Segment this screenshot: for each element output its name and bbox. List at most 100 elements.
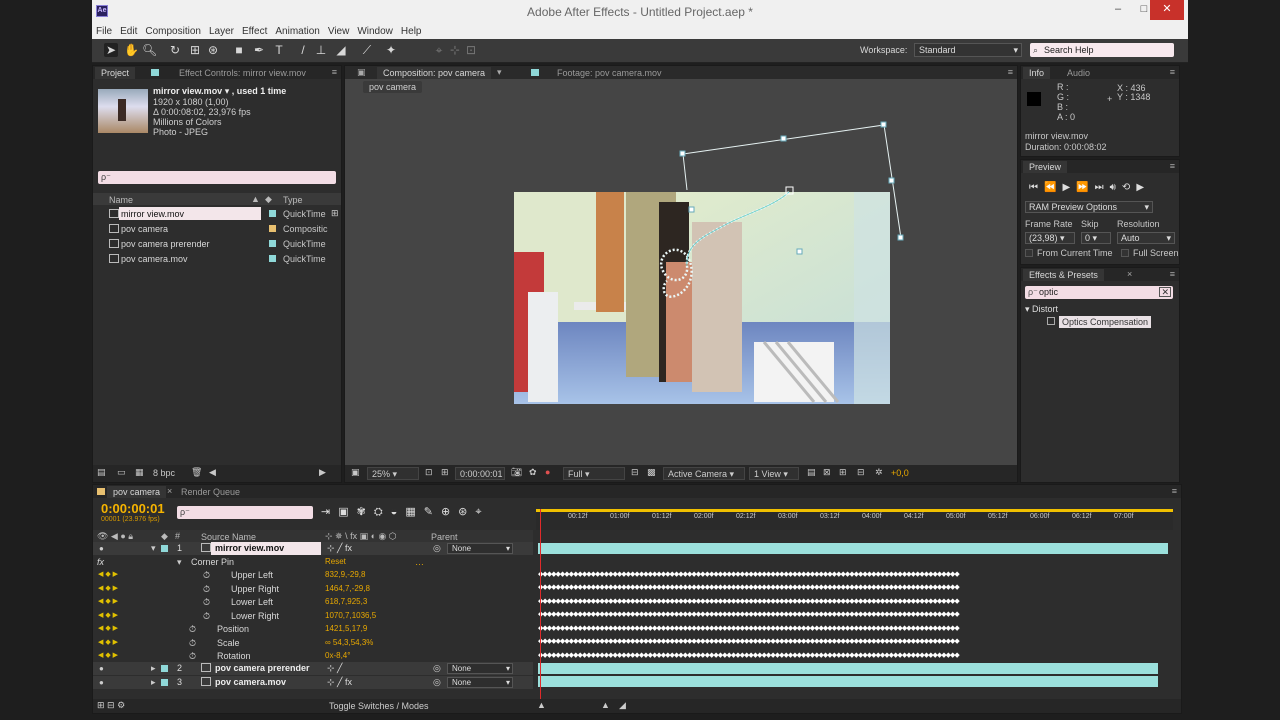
layer-row[interactable]: ● ▸ 3 pov camera.mov ⊹ ╱ fx ◎ None ▾ (93, 675, 533, 689)
interpret-footage-icon[interactable]: ▤ (97, 467, 106, 478)
rotate-tool-icon[interactable]: ↻ (168, 43, 182, 57)
timeline-icon[interactable]: ⊞ (839, 467, 847, 478)
project-item[interactable]: pov camera Compositic (93, 221, 341, 236)
frame-blending-icon[interactable]: ⛭ (374, 506, 391, 518)
preview-resolution-select[interactable]: Auto ▾ (1117, 232, 1175, 244)
zoom-select[interactable]: 25% ▾ (367, 467, 419, 480)
time-ruler[interactable]: 00:12f 01:00f 01:12f 02:00f 02:12f 03:00… (536, 509, 1173, 530)
corner-handle[interactable] (897, 234, 904, 241)
keyframe-track[interactable]: ◆◆◆◆◆◆◆◆◆◆◆◆◆◆◆◆◆◆◆◆◆◆◆◆◆◆◆◆◆◆◆◆◆◆◆◆◆◆◆◆… (538, 652, 1016, 660)
menu-composition[interactable]: Composition (141, 24, 205, 37)
layer-bar[interactable] (538, 543, 1168, 554)
ram-preview-options-select[interactable]: RAM Preview Options ▾ (1025, 201, 1153, 213)
minimize-button[interactable]: – (1104, 0, 1132, 20)
property-value[interactable]: 1464,7,-29,8 (325, 584, 370, 593)
keyframe-nav-icon[interactable]: ◀ ◆ ▶ (98, 624, 118, 632)
menu-animation[interactable]: Animation (271, 24, 323, 37)
twirl-closed-icon[interactable]: ▸ (151, 677, 156, 688)
menu-layer[interactable]: Layer (205, 24, 238, 37)
property-value[interactable]: 1070,7,1036,5 (325, 611, 376, 620)
layer-bar[interactable] (538, 676, 1158, 687)
keyframe-track[interactable]: ◆◆◆◆◆◆◆◆◆◆◆◆◆◆◆◆◆◆◆◆◆◆◆◆◆◆◆◆◆◆◆◆◆◆◆◆◆◆◆◆… (538, 571, 1016, 579)
keyframe-nav-icon[interactable]: ◀ ◆ ▶ (98, 570, 118, 578)
brainstorm-icon[interactable]: ✎ (424, 506, 441, 518)
label-swatch[interactable] (161, 678, 168, 686)
menu-view[interactable]: View (324, 24, 354, 37)
effect-reset[interactable]: Reset (325, 557, 346, 566)
layer-row[interactable]: ● ▸ 2 pov camera prerender ⊹ ╱ ◎ None ▾ (93, 662, 533, 676)
column-type[interactable]: Type (283, 195, 303, 205)
zoom-in-icon[interactable]: ◢ (619, 700, 626, 711)
flowchart-icon[interactable]: ⊟ (857, 467, 865, 478)
tab-render-queue[interactable]: Render Queue (175, 486, 246, 498)
property-row[interactable]: ◀ ◆ ▶ ⏱︎ Upper Left 832,9,-29,8 (93, 569, 533, 582)
stopwatch-icon[interactable]: ⏱︎ (189, 651, 196, 662)
scroll-right-icon[interactable]: ▶ (319, 467, 326, 478)
corner-handle[interactable] (880, 121, 887, 128)
comp-mini-flowchart-icon[interactable]: ⇥ (321, 506, 338, 518)
channel-icon[interactable]: ● (545, 467, 550, 477)
parent-select[interactable]: None ▾ (447, 663, 513, 674)
clone-stamp-icon[interactable]: ⊥ (314, 43, 328, 57)
keyframe-nav-icon[interactable]: ◀ ◆ ▶ (98, 597, 118, 605)
layer-bar[interactable] (538, 663, 1158, 674)
new-folder-icon[interactable]: ▭ (117, 467, 126, 478)
tab-effect-controls[interactable]: Effect Controls: mirror view.mov (173, 67, 312, 79)
keyframe-nav-icon[interactable]: ◀ ◆ ▶ (98, 611, 118, 619)
column-name[interactable]: Name (109, 195, 133, 205)
new-composition-icon[interactable]: ▦ (135, 467, 144, 478)
eye-icon[interactable]: ● (99, 678, 104, 687)
layer-switches[interactable]: ⊹ ╱ fx (327, 677, 352, 688)
menu-effect[interactable]: Effect (238, 24, 271, 37)
show-snapshot-icon[interactable]: ✿ (529, 467, 537, 478)
frame-rate-select[interactable]: (23,98) ▾ (1025, 232, 1075, 244)
stopwatch-icon[interactable]: ⏱︎ (203, 611, 210, 622)
playhead[interactable] (540, 509, 541, 699)
pickwhip-icon[interactable]: ◎ (433, 663, 441, 674)
exposure-icon[interactable]: ✲ (875, 467, 883, 478)
axis-mode-icon[interactable]: ⊹ (448, 43, 462, 57)
stopwatch-icon[interactable]: ⏱︎ (203, 597, 210, 608)
menu-window[interactable]: Window (353, 24, 397, 37)
region-icon[interactable]: ⊞ (441, 467, 449, 478)
project-item[interactable]: mirror view.mov QuickTime ⊞ (93, 206, 341, 221)
keyframe-track[interactable]: ◆◆◆◆◆◆◆◆◆◆◆◆◆◆◆◆◆◆◆◆◆◆◆◆◆◆◆◆◆◆◆◆◆◆◆◆◆◆◆◆… (538, 625, 1016, 633)
eye-icon[interactable]: ● (99, 664, 104, 673)
layer-switches[interactable]: ⊹ ╱ (327, 663, 342, 674)
keyframe-track[interactable]: ◆◆◆◆◆◆◆◆◆◆◆◆◆◆◆◆◆◆◆◆◆◆◆◆◆◆◆◆◆◆◆◆◆◆◆◆◆◆◆◆… (538, 638, 1016, 646)
keyframe-track[interactable]: ◆◆◆◆◆◆◆◆◆◆◆◆◆◆◆◆◆◆◆◆◆◆◆◆◆◆◆◆◆◆◆◆◆◆◆◆◆◆◆◆… (538, 598, 1016, 606)
parent-select[interactable]: None ▾ (447, 676, 513, 688)
brush-tool-icon[interactable]: / (296, 43, 310, 57)
bit-depth-button[interactable]: 8 bpc (153, 468, 175, 478)
panel-menu-icon[interactable]: ≡ (1170, 67, 1175, 77)
panel-menu-icon[interactable]: ≡ (332, 67, 337, 77)
property-value[interactable]: 1421,5,17,9 (325, 624, 367, 633)
stopwatch-icon[interactable]: ⏱︎ (189, 624, 196, 635)
region-of-interest-icon[interactable]: ⊟ (631, 467, 639, 478)
property-value[interactable]: 618,7,925,3 (325, 597, 367, 606)
parent-select[interactable]: None ▾ (447, 543, 513, 554)
layer-switches[interactable]: ⊹ ╱ fx (327, 543, 352, 554)
next-frame-icon[interactable]: ⏩ (1076, 182, 1094, 193)
corner-handle[interactable] (679, 150, 686, 157)
trash-icon[interactable]: 🗑︎ (191, 467, 202, 478)
roto-brush-icon[interactable]: ⟋ (360, 43, 374, 57)
fast-preview-icon[interactable]: ⊠ (823, 467, 831, 478)
effect-optics-compensation[interactable]: Optics Compensation (1059, 316, 1152, 328)
selection-tool-icon[interactable]: ➤ (104, 43, 118, 57)
zoom-tool-icon[interactable]: 🔍︎ (142, 43, 157, 57)
graph-editor-icon[interactable]: ▦ (405, 506, 423, 518)
expand-panes-icon[interactable]: ⊞ ⊟ ⚙ (97, 700, 125, 711)
pan-behind-icon[interactable]: ⊛ (206, 43, 220, 57)
keyframe-track[interactable]: ◆◆◆◆◆◆◆◆◆◆◆◆◆◆◆◆◆◆◆◆◆◆◆◆◆◆◆◆◆◆◆◆◆◆◆◆◆◆◆◆… (538, 611, 1016, 619)
effects-search-input[interactable]: ρ⁻ optic ✕ (1025, 286, 1173, 299)
from-current-checkbox[interactable] (1025, 249, 1033, 257)
twirl-open-icon[interactable]: ▾ (177, 557, 182, 568)
property-row[interactable]: ◀ ◆ ▶ ⏱︎ Upper Right 1464,7,-29,8 (93, 583, 533, 596)
axis-mode-icon[interactable]: ⊡ (464, 43, 478, 57)
zoom-slider-icon[interactable]: ▲ (601, 700, 610, 710)
timeline-current-time[interactable]: 0:00:00:01 (101, 501, 165, 516)
motion-blur-icon[interactable]: ◒ (391, 506, 406, 518)
rectangle-tool-icon[interactable]: ■ (232, 43, 246, 57)
draft-3d-icon[interactable]: ▣ (338, 506, 356, 518)
